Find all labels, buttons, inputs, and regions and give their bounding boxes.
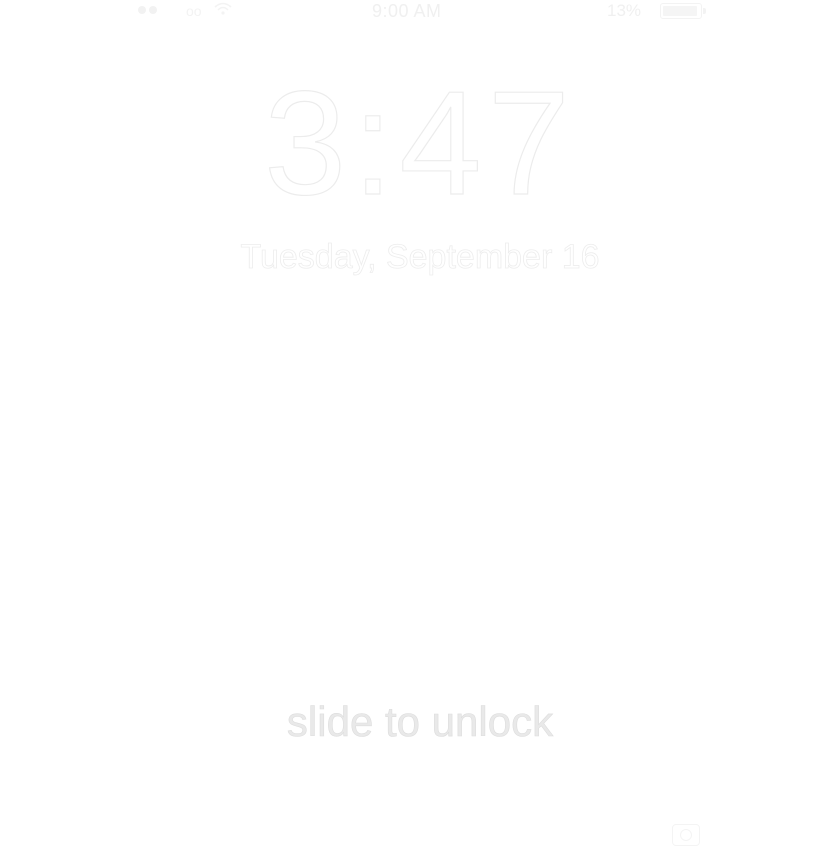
status-time: 9:00 AM <box>372 1 442 21</box>
wifi-icon <box>214 2 232 21</box>
battery-fill <box>663 6 697 16</box>
battery-percent: 13% <box>607 1 642 20</box>
bottom-bar <box>0 818 840 854</box>
lock-screen: oo 9:00 AM 13% 3:47 Tuesday, September 1… <box>0 0 840 859</box>
signal-icon <box>138 6 157 14</box>
lock-clock: 3:47 <box>263 61 577 226</box>
lock-date: Tuesday, September 16 <box>240 238 600 277</box>
camera-icon[interactable] <box>672 824 700 846</box>
status-bar: oo 9:00 AM 13% <box>0 0 840 24</box>
slide-to-unlock-label: slide to unlock <box>286 698 554 746</box>
slide-to-unlock[interactable]: slide to unlock <box>0 694 840 750</box>
battery-icon <box>660 3 706 19</box>
carrier-label: oo <box>186 3 202 19</box>
